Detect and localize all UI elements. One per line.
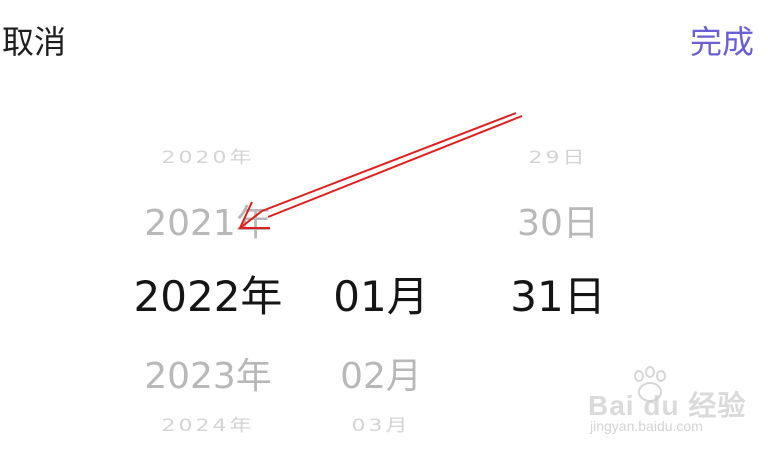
month-wheel[interactable]: 01月 02月 03月 xyxy=(296,130,466,440)
month-option[interactable]: 02月 xyxy=(296,347,466,399)
year-option-selected[interactable]: 2022年 xyxy=(118,263,298,324)
day-option-selected[interactable]: 31日 xyxy=(468,263,648,324)
cancel-button[interactable]: 取消 xyxy=(2,20,66,64)
day-option[interactable]: 29日 xyxy=(468,144,648,169)
date-picker-wheel[interactable]: 2020年 2021年 2022年 2023年 2024年 01月 02月 03… xyxy=(0,130,768,450)
year-wheel[interactable]: 2020年 2021年 2022年 2023年 2024年 xyxy=(118,130,298,440)
year-option[interactable]: 2020年 xyxy=(118,144,298,169)
month-option-selected[interactable]: 01月 xyxy=(296,263,466,324)
day-option[interactable]: 30日 xyxy=(468,194,648,246)
year-option[interactable]: 2024年 xyxy=(118,412,298,437)
picker-toolbar: 取消 完成 xyxy=(0,0,768,84)
day-wheel[interactable]: 29日 30日 31日 xyxy=(468,130,648,440)
year-option[interactable]: 2021年 xyxy=(118,194,298,246)
month-option[interactable]: 03月 xyxy=(296,412,466,437)
year-option[interactable]: 2023年 xyxy=(118,347,298,399)
done-button[interactable]: 完成 xyxy=(690,20,754,64)
